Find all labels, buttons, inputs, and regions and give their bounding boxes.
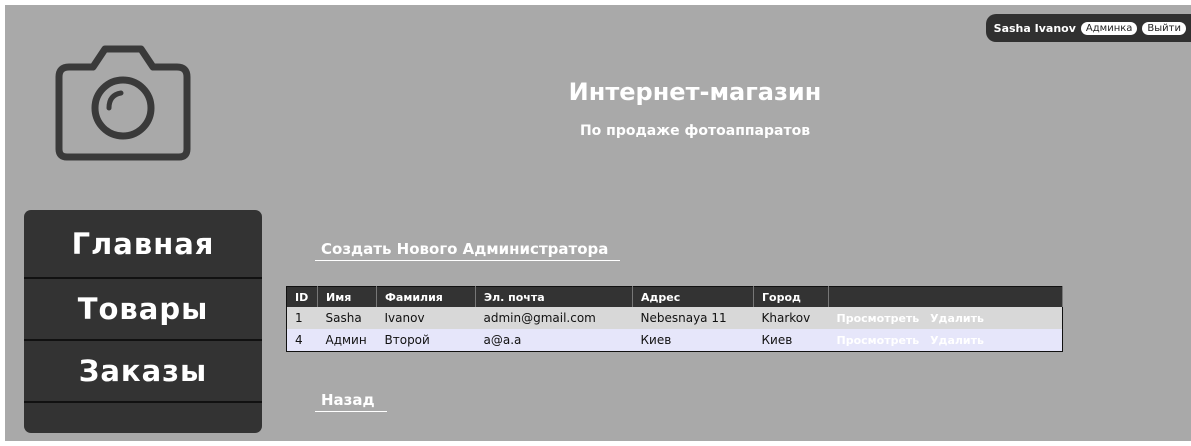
col-first-name: Имя [317,286,377,307]
cell-id: 4 [286,329,318,352]
cell-id: 1 [286,307,318,329]
user-bar: Sasha Ivanov Админка Выйти [985,14,1191,42]
admin-panel-button[interactable]: Админка [1080,21,1138,35]
cell-email: a@a.a [475,329,633,352]
delete-link[interactable]: Удалить [930,312,984,325]
logout-button[interactable]: Выйти [1142,21,1186,35]
camera-icon[interactable] [53,45,193,167]
cell-address: Киев [632,329,754,352]
nav-item-home[interactable]: Главная [24,210,262,279]
admins-table: ID Имя Фамилия Эл. почта Адрес Город 1 S… [286,286,1063,352]
cell-email: admin@gmail.com [475,307,633,329]
cell-actions: Просмотреть Удалить [828,329,1063,352]
table-row: 4 Админ Второй a@a.a Киев Киев Просмотре… [286,329,1063,352]
cell-last-name: Второй [376,329,476,352]
sidebar-nav: Главная Товары Заказы [24,210,262,433]
cell-first-name: Админ [317,329,377,352]
col-id: ID [286,286,318,307]
col-address: Адрес [632,286,754,307]
cell-city: Kharkov [753,307,829,329]
site-subtitle: По продаже фотоаппаратов [579,123,811,139]
col-email: Эл. почта [475,286,633,307]
col-actions [828,286,1063,307]
col-city: Город [753,286,829,307]
table-row: 1 Sasha Ivanov admin@gmail.com Nebesnaya… [286,307,1063,329]
back-link[interactable]: Назад [315,391,387,412]
create-admin-link[interactable]: Создать Нового Администратора [315,240,621,261]
cell-actions: Просмотреть Удалить [828,307,1063,329]
view-link[interactable]: Просмотреть [837,312,920,325]
delete-link[interactable]: Удалить [930,334,984,347]
page: Sasha Ivanov Админка Выйти Интернет-мага… [5,5,1191,441]
table-header-row: ID Имя Фамилия Эл. почта Адрес Город [286,286,1063,307]
view-link[interactable]: Просмотреть [837,334,920,347]
site-title: Интернет-магазин [568,78,822,106]
cell-first-name: Sasha [317,307,377,329]
cell-address: Nebesnaya 11 [632,307,754,329]
nav-item-products[interactable]: Товары [24,279,262,341]
cell-last-name: Ivanov [376,307,476,329]
nav-item-orders[interactable]: Заказы [24,341,262,403]
col-last-name: Фамилия [376,286,476,307]
cell-city: Киев [753,329,829,352]
username: Sasha Ivanov [993,21,1076,35]
